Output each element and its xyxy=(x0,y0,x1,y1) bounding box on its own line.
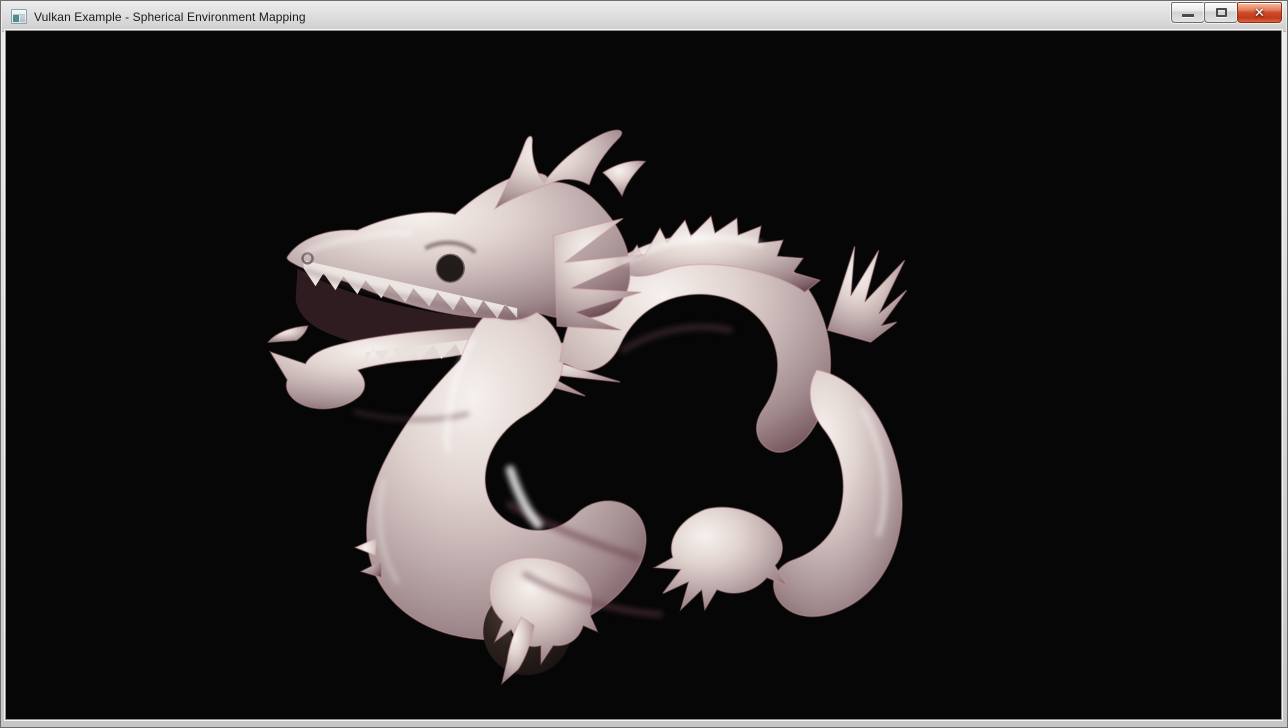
application-window: Vulkan Example - Spherical Environment M… xyxy=(0,0,1288,728)
app-icon-teal-pane xyxy=(13,15,19,22)
close-icon: ✕ xyxy=(1254,6,1265,19)
caption-buttons: ✕ xyxy=(1172,2,1282,23)
dragon-whisker xyxy=(269,326,308,342)
dragon-horn-back xyxy=(603,161,645,195)
minimize-button[interactable] xyxy=(1171,2,1205,23)
window-title: Vulkan Example - Spherical Environment M… xyxy=(34,10,306,24)
app-icon-gray-pane xyxy=(20,15,25,22)
titlebar[interactable]: Vulkan Example - Spherical Environment M… xyxy=(2,2,1286,32)
minimize-icon xyxy=(1182,14,1194,17)
close-button[interactable]: ✕ xyxy=(1237,2,1282,23)
maximize-button[interactable] xyxy=(1204,2,1238,23)
dragon-tail-fan xyxy=(828,246,907,342)
render-viewport[interactable] xyxy=(6,31,1281,719)
dragon-eye xyxy=(436,254,464,282)
app-window-icon[interactable] xyxy=(11,9,27,24)
vulkan-scene[interactable] xyxy=(6,31,1281,719)
maximize-icon xyxy=(1216,8,1227,17)
dragon-render xyxy=(269,130,907,683)
dragon-rear-foot xyxy=(655,507,787,609)
